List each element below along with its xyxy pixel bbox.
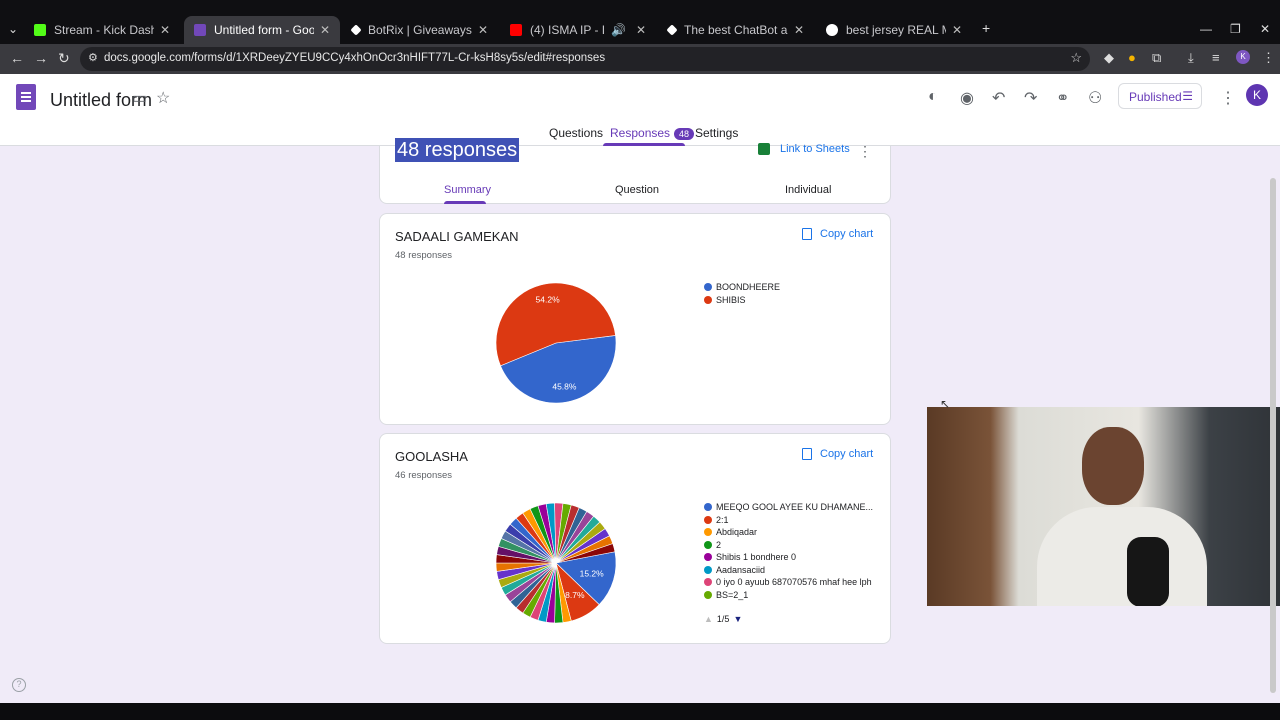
chart-legend: MEEQO GOOL AYEE KU DHAMANE... 2:1 Abdiqa… (704, 501, 873, 601)
pie-data-label: 8.7% (565, 590, 585, 600)
add-collaborator-icon[interactable]: ⚇ (1088, 88, 1102, 108)
browser-tab-botrix[interactable]: BotRix | Giveaways ✕ (342, 16, 498, 44)
window-close-icon[interactable]: ✕ (1260, 22, 1270, 36)
undo-icon[interactable]: ↶ (992, 88, 1005, 108)
url-text[interactable]: docs.google.com/forms/d/1XRDeeyZYEU9CCy4… (104, 52, 605, 64)
media-control-icon[interactable]: ≡ (1212, 50, 1220, 65)
close-icon[interactable]: ✕ (952, 23, 962, 37)
new-tab-icon[interactable]: + (982, 20, 990, 36)
legend-item: Abdiqadar (704, 526, 873, 539)
site-info-icon[interactable]: ⚙ (88, 51, 98, 64)
speaker-icon[interactable]: 🔊 (611, 23, 626, 37)
browser-tab-chatbot[interactable]: The best ChatBot and Widgets ✕ (658, 16, 814, 44)
tab-search-icon[interactable]: ⌄ (8, 22, 18, 36)
forms-header: Untitled form ▭ ☆ ◐ ◉ ↶ ↷ ⚭ ⚇ Published … (0, 74, 1280, 146)
omnibox[interactable]: ⚙ docs.google.com/forms/d/1XRDeeyZYEU9CC… (80, 47, 1090, 71)
preview-eye-icon[interactable]: ◉ (960, 88, 974, 108)
palette-icon[interactable]: ◐ (928, 88, 938, 106)
browser-tab-kick[interactable]: Stream - Kick Dashboard ✕ (24, 16, 180, 44)
minimize-icon[interactable]: — (1200, 22, 1212, 36)
avatar[interactable]: K (1246, 84, 1268, 106)
forms-favicon-icon (194, 24, 206, 36)
restore-icon[interactable]: ❐ (1230, 22, 1241, 36)
close-icon[interactable]: ✕ (160, 23, 170, 37)
publish-settings-icon: ☰ (1182, 89, 1193, 103)
help-icon[interactable]: ? (12, 678, 26, 692)
browser-tab-youtube[interactable]: (4) ISMA IP - IYEYOW (Prod 🔊 ✕ (500, 16, 656, 44)
legend-item: 0 iyo 0 ayuub 687070576 mhaf hee lph (704, 576, 873, 589)
subtab-individual[interactable]: Individual (785, 184, 831, 196)
link-icon[interactable]: ⚭ (1056, 88, 1069, 108)
legend-item: BOONDHEERE (704, 281, 780, 294)
responses-count-badge: 48 (674, 128, 695, 140)
legend-item: MEEQO GOOL AYEE KU DHAMANE... (704, 501, 873, 514)
pie-data-label: 15.2% (580, 569, 605, 579)
extensions-puzzle-icon[interactable]: ⧉ (1152, 50, 1161, 66)
chart-card-goolasha: GOOLASHA 46 responses Copy chart 15.2% 8.… (379, 433, 891, 644)
subtab-summary[interactable]: Summary (444, 184, 491, 196)
legend-pager: ▲ 1/5 ▼ (704, 614, 743, 624)
legend-item: BS=2_1 (704, 589, 873, 602)
pie-data-label: 45.8% (552, 382, 577, 392)
microphone (1127, 537, 1169, 606)
close-icon[interactable]: ✕ (794, 23, 804, 37)
forward-icon[interactable]: → (34, 50, 48, 66)
legend-item: Aadansaciid (704, 564, 873, 577)
legend-item: SHIBIS (704, 294, 780, 307)
chart-card-sadaali: SADAALI GAMEKAN 48 responses Copy chart … (379, 213, 891, 425)
close-icon[interactable]: ✕ (636, 23, 646, 37)
back-icon[interactable]: ← (10, 50, 24, 66)
mouse-cursor-icon: ↖ (940, 397, 951, 411)
response-count-heading: 48 responses (395, 138, 520, 162)
reload-icon[interactable]: ↻ (58, 50, 70, 67)
close-icon[interactable]: ✕ (320, 23, 330, 37)
webcam-overlay (927, 407, 1280, 606)
google-favicon-icon (826, 24, 838, 36)
browser-tabstrip: ⌄ Stream - Kick Dashboard ✕ Untitled for… (0, 0, 1280, 44)
taskbar (0, 703, 1280, 720)
chatbot-favicon-icon (666, 24, 678, 36)
pie-data-label: 54.2% (536, 294, 561, 304)
page-scrollbar[interactable] (1270, 178, 1276, 693)
legend-item: 2 (704, 539, 873, 552)
chart-legend: BOONDHEERE SHIBIS (704, 281, 780, 306)
subtab-indicator (444, 201, 486, 204)
responses-more-icon[interactable]: ⋮ (858, 143, 872, 160)
extension-diamond-icon[interactable]: ◆ (1104, 50, 1114, 66)
browser-tab-jersey[interactable]: best jersey REAL MADRID 2025 ✕ (816, 16, 972, 44)
redo-icon[interactable]: ↷ (1024, 88, 1037, 108)
tab-questions[interactable]: Questions (549, 126, 603, 140)
browser-tab-forms[interactable]: Untitled form - Google Forms ✕ (184, 16, 340, 44)
profile-avatar[interactable]: K (1236, 50, 1250, 64)
tab-responses[interactable]: Responses 48 (610, 126, 695, 140)
legend-prev-icon[interactable]: ▲ (704, 614, 713, 624)
responses-summary-card: 48 responses Link to Sheets ⋮ Summary Qu… (379, 138, 891, 204)
sheets-icon[interactable] (758, 143, 770, 155)
bookmark-star-icon[interactable]: ☆ (1070, 50, 1082, 66)
youtube-favicon-icon (510, 24, 522, 36)
address-toolbar: ← → ↻ ⚙ docs.google.com/forms/d/1XRDeeyZ… (0, 44, 1280, 74)
published-button[interactable]: Published ☰ (1118, 83, 1202, 109)
tab-settings[interactable]: Settings (695, 126, 738, 140)
kick-favicon-icon (34, 24, 46, 36)
forms-logo-icon[interactable] (16, 84, 36, 110)
subtab-question[interactable]: Question (615, 184, 659, 196)
botrix-favicon-icon (350, 24, 362, 36)
legend-item: 2:1 (704, 514, 873, 527)
legend-item: Shibis 1 bondhere 0 (704, 551, 873, 564)
link-to-sheets-button[interactable]: Link to Sheets (780, 143, 850, 155)
legend-next-icon[interactable]: ▼ (733, 614, 742, 624)
extension-pin-icon[interactable]: ● (1128, 50, 1136, 65)
star-icon[interactable]: ☆ (156, 88, 170, 108)
close-icon[interactable]: ✕ (478, 23, 488, 37)
pie-chart-sadaali: 45.8% 54.2% (495, 282, 617, 404)
downloads-icon[interactable]: ⤓ (1188, 50, 1194, 66)
browser-menu-icon[interactable]: ⋮ (1262, 50, 1275, 66)
folder-icon[interactable]: ▭ (132, 88, 147, 108)
more-options-icon[interactable]: ⋮ (1220, 88, 1236, 108)
